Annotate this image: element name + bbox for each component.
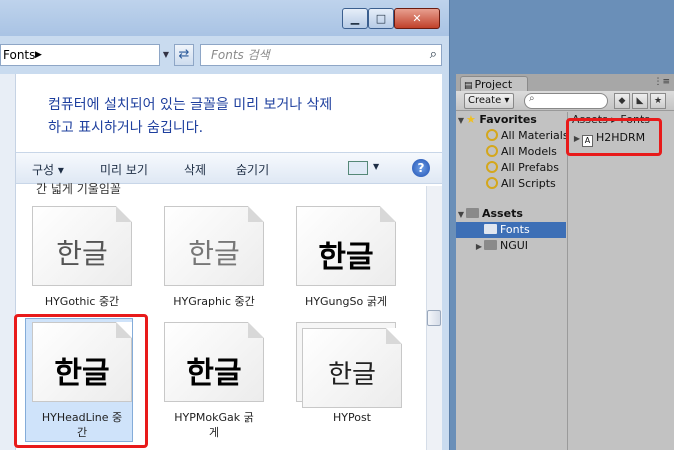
filter-label-icon[interactable]: ◣ [632,93,648,109]
font-label: HYGothic 중간 [44,295,120,308]
font-sample: 한글 [186,356,242,391]
font-label: HYGraphic 중간 [173,295,255,308]
scrollbar-thumb[interactable] [427,310,441,326]
address-text: Fonts [3,48,36,62]
highlight-box [14,314,148,448]
tab-bar: ▤ Project ⋮≡ [456,74,674,92]
font-sample: 한글 [328,360,376,390]
chevron-down-icon[interactable]: ▼ [456,207,466,223]
group-header: 간 넓게 기울임꼴 [36,182,121,196]
tab-project[interactable]: ▤ Project [460,76,528,92]
info-text: 컴퓨터에 설치되어 있는 글꼴을 미리 보거나 삭제 하고 표시하거나 숨깁니다… [48,94,332,140]
tree-item-label: All Scripts [501,177,556,190]
tree-all-scripts[interactable]: All Scripts [456,176,566,192]
folder-icon [466,208,479,218]
tab-label: Project [474,78,513,91]
chevron-down-icon[interactable]: ▼ [160,44,172,66]
tree-item-label: All Prefabs [501,161,559,174]
menu-icon[interactable]: ⋮≡ [653,77,670,87]
refresh-button[interactable]: ⇄ [174,44,194,66]
tree-all-models[interactable]: All Models [456,144,566,160]
font-sample: 한글 [318,240,374,275]
assets-label: Assets [482,207,523,220]
favorites-label: Favorites [479,113,537,126]
tree-item-label: NGUI [500,239,529,252]
font-label: HYGungSo 굵게 [305,295,387,308]
tree-all-materials[interactable]: All Materials [456,128,569,144]
font-sample: 한글 [188,237,240,270]
project-icon: ▤ [464,81,473,91]
tree-item-label: Fonts [500,223,530,236]
folder-icon [484,224,497,234]
tree-all-prefabs[interactable]: All Prefabs [456,160,566,176]
star-icon: ★ [466,113,476,126]
search-icon [486,145,498,157]
asset-list: Assets ▸ Fonts ▶ A H2HDRM [567,112,674,450]
tree-ngui[interactable]: ▶ NGUI [456,238,566,254]
search-icon[interactable]: ⌕ [430,45,437,65]
maximize-button[interactable]: □ [368,8,394,29]
font-label: HYPMokGak 굵 게 [154,410,274,440]
info-line-2: 하고 표시하거나 숨깁니다. [48,120,204,136]
tree-item-label: All Materials [501,129,569,142]
search-icon [486,129,498,141]
title-bar: ▁ □ ✕ [0,0,449,36]
search-icon: ⌕ [529,93,535,104]
info-line-1: 컴퓨터에 설치되어 있는 글꼴을 미리 보거나 삭제 [48,97,333,113]
folder-tree: ▼ ★ Favorites All Materials All Models Al… [456,112,569,450]
favorite-star-icon[interactable]: ★ [650,93,666,109]
preview-button[interactable]: 미리 보기 [100,161,148,178]
chevron-down-icon[interactable]: ▼ [456,113,466,129]
search-input[interactable]: ⌕ [524,93,608,109]
hide-button[interactable]: 숨기기 [236,161,269,178]
highlight-box [566,118,662,156]
address-bar: Fonts ▶ ▼ ⇄ Fonts 검색 ⌕ [0,40,449,68]
project-toolbar: Create ▾ ⌕ ◆ ◣ ★ [456,91,674,111]
tree-item-label: All Models [501,145,557,158]
tree-favorites[interactable]: ▼ ★ Favorites [456,112,566,128]
address-field[interactable]: Fonts ▶ [0,44,160,66]
delete-button[interactable]: 삭제 [184,161,206,178]
chevron-down-icon[interactable]: ▼ [373,162,379,171]
chevron-right-icon[interactable]: ▶ [474,239,484,255]
view-icon[interactable] [348,161,368,175]
search-input[interactable]: Fonts 검색 ⌕ [200,44,442,66]
minimize-button[interactable]: ▁ [342,8,368,29]
tree-fonts[interactable]: Fonts [456,222,566,238]
filter-type-icon[interactable]: ◆ [614,93,630,109]
search-placeholder: Fonts 검색 [211,48,270,62]
font-label: HYPost [332,411,371,424]
font-sample: 한글 [56,237,108,270]
explorer-window: ▁ □ ✕ Fonts ▶ ▼ ⇄ Fonts 검색 ⌕ 컴퓨터에 설치되어 있… [0,0,450,450]
help-icon[interactable]: ? [412,159,430,177]
font-label-line-2: 게 [208,426,220,439]
folder-icon [484,240,497,250]
tree-assets[interactable]: ▼ Assets [456,206,566,222]
font-label-line-1: HYPMokGak 굵 [174,411,254,424]
close-button[interactable]: ✕ [394,8,440,29]
search-icon [486,161,498,173]
chevron-right-icon[interactable]: ▶ [35,45,42,65]
create-button[interactable]: Create ▾ [464,93,514,109]
organize-button[interactable]: 구성 ▾ [32,161,64,178]
search-icon [486,177,498,189]
